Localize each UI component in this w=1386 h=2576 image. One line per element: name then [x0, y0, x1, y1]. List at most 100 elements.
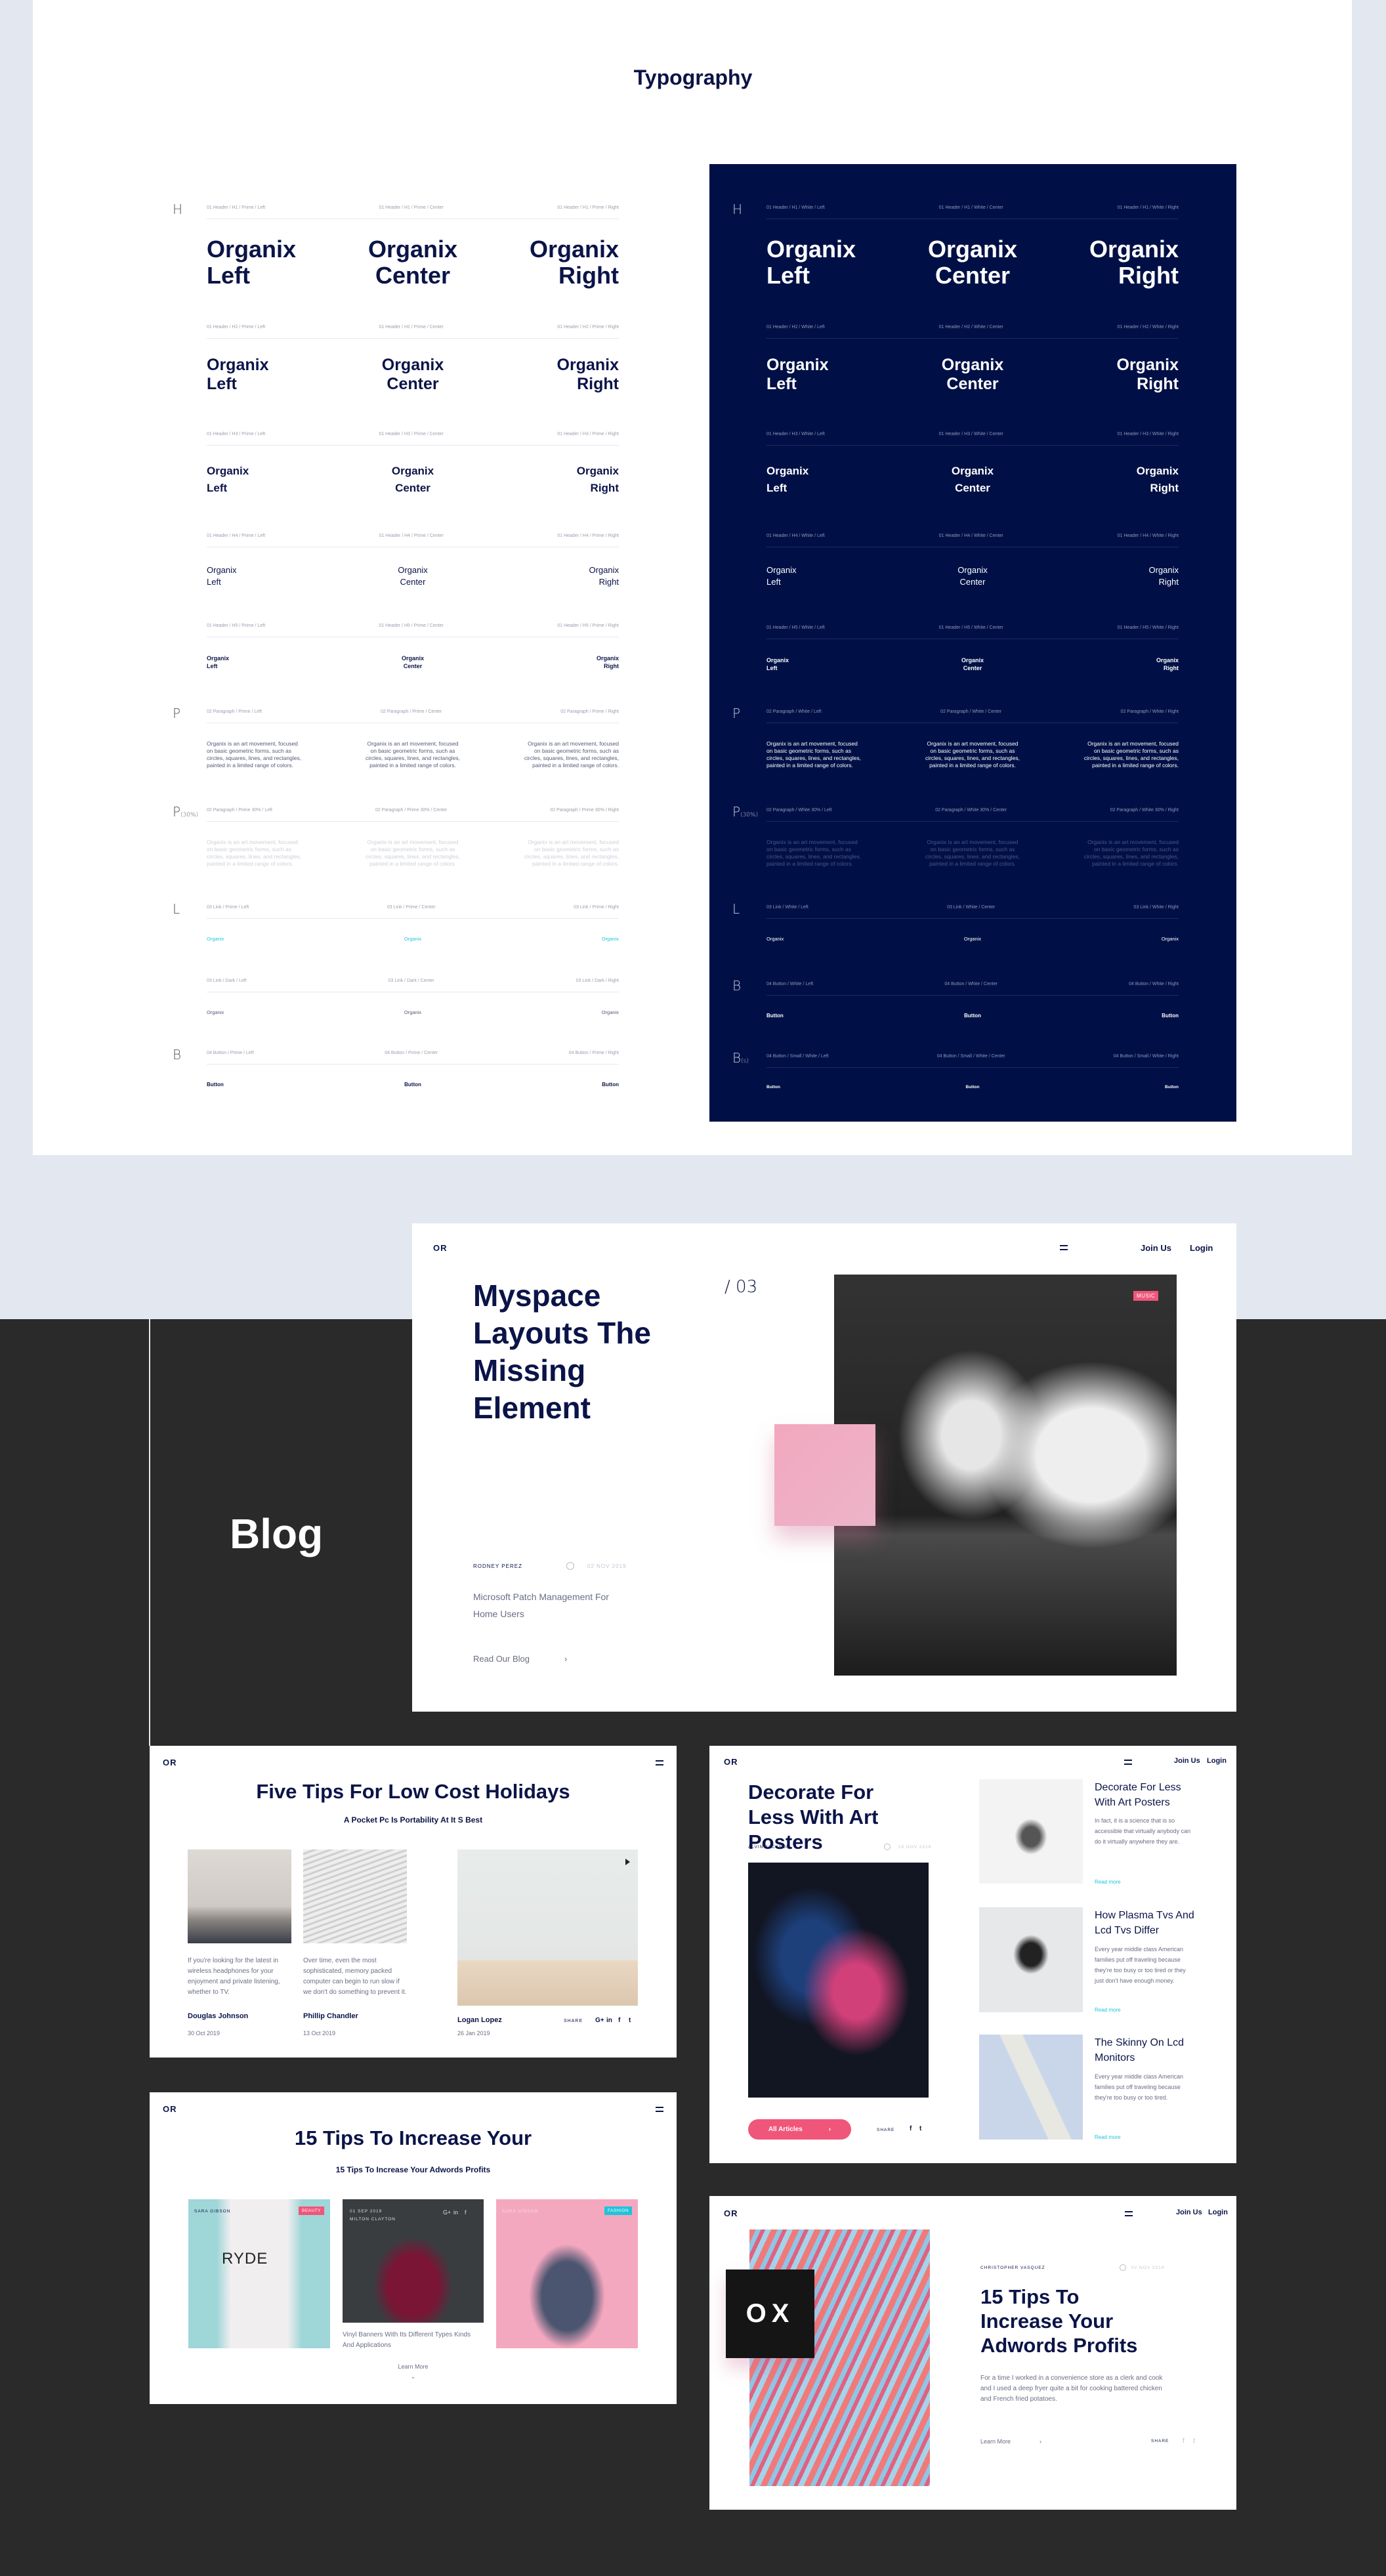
- item-author[interactable]: MILTON CLAYTON: [350, 2217, 396, 2222]
- spec-sample[interactable]: Button: [1043, 1013, 1179, 1019]
- linkedin-icon[interactable]: in: [606, 2017, 612, 2024]
- item-author[interactable]: SARA GIBSON: [502, 2209, 538, 2214]
- post-author[interactable]: ALVIN JACKSON: [748, 1845, 790, 1849]
- twitter-icon[interactable]: t: [1193, 2436, 1195, 2447]
- spec-sample[interactable]: Organix: [483, 1009, 619, 1015]
- menu-icon[interactable]: [1124, 1760, 1132, 1765]
- spec-sample[interactable]: Button: [1043, 1085, 1179, 1089]
- spec-sample: Organix Center: [927, 236, 1018, 289]
- facebook-icon[interactable]: f: [618, 2017, 620, 2024]
- card-title: 15 Tips To Increase Your: [294, 2126, 532, 2149]
- spec-sample[interactable]: Button: [483, 1082, 619, 1087]
- chevron-down-icon[interactable]: ⌄: [150, 2371, 677, 2382]
- spec-divider: [766, 918, 1179, 919]
- all-articles-button[interactable]: All Articles ›: [748, 2119, 851, 2140]
- learn-more-link[interactable]: Learn More: [150, 2361, 677, 2372]
- category-badge[interactable]: BEAUTY: [299, 2206, 325, 2215]
- spec-sample[interactable]: Organix: [345, 1009, 480, 1015]
- spec-sample[interactable]: Organix: [207, 936, 343, 942]
- google-plus-icon[interactable]: G+: [443, 2209, 451, 2216]
- post-author[interactable]: Douglas Johnson: [188, 2012, 248, 2020]
- spec-sample[interactable]: Organix: [766, 936, 902, 942]
- spec-samples: Button Button Button: [766, 1085, 1179, 1089]
- share-label: SHARE: [1151, 2439, 1169, 2443]
- post-author[interactable]: CHRISTOPHER VASQUEZ: [980, 2266, 1045, 2270]
- spec-label: 01 Header / H1 / Prime / Right: [557, 205, 619, 210]
- google-plus-icon[interactable]: G+: [595, 2017, 604, 2024]
- post-author[interactable]: Logan Lopez: [457, 2016, 502, 2024]
- spec-sample[interactable]: Organix: [207, 1009, 343, 1015]
- item-title[interactable]: Decorate For Less With Art Posters: [1095, 1780, 1200, 1810]
- spec-letter: L: [732, 901, 740, 917]
- read-more-link[interactable]: Read more: [1095, 2005, 1121, 2016]
- menu-icon[interactable]: [1060, 1245, 1068, 1250]
- spec-label: 03 Link / White / Center: [947, 905, 996, 910]
- category-badge[interactable]: MUSIC: [1133, 1291, 1159, 1301]
- card-decorate: OR Join Us Login Decorate For Less With …: [709, 1746, 1236, 2163]
- spec-sample: Organix Right: [1116, 356, 1179, 393]
- spec-sample[interactable]: Button: [345, 1082, 480, 1087]
- login-link[interactable]: Login: [1190, 1243, 1213, 1253]
- login-link[interactable]: Login: [1207, 1757, 1227, 1765]
- facebook-icon[interactable]: f: [465, 2209, 467, 2216]
- logo[interactable]: OR: [724, 1757, 738, 1767]
- read-more-link[interactable]: Read more: [1095, 2132, 1121, 2143]
- spec-sample[interactable]: Organix: [1043, 936, 1179, 942]
- card-five-tips: OR Five Tips For Low Cost Holidays A Poc…: [150, 1746, 677, 2058]
- read-more-link[interactable]: Read more: [1095, 1877, 1121, 1888]
- spec-letter-sub: (30%): [180, 812, 199, 818]
- linkedin-icon[interactable]: in: [453, 2209, 458, 2216]
- item-author[interactable]: SARA GIBSON: [194, 2209, 230, 2214]
- spec-label: 02 Paragraph / Prime / Center: [380, 709, 442, 714]
- item-title[interactable]: How Plasma Tvs And Lcd Tvs Differ: [1095, 1908, 1200, 1938]
- spec-label: 03 Link / Dark / Left: [207, 979, 247, 983]
- spec-sample[interactable]: Button: [766, 1085, 902, 1089]
- facebook-icon[interactable]: f: [910, 2125, 912, 2132]
- spec-divider: [207, 338, 619, 339]
- spec-letter-text: P: [732, 804, 741, 820]
- spec-labels: 04 Button / Prime / Left 04 Button / Prim…: [207, 1051, 619, 1059]
- spec-sample: Organix Right: [596, 655, 619, 669]
- twitter-icon[interactable]: t: [919, 2125, 921, 2132]
- facebook-icon[interactable]: f: [1183, 2436, 1185, 2447]
- category-badge[interactable]: FASHION: [604, 2206, 633, 2215]
- type-spec-row: 01 Header / H5 / White / Left 01 Header /…: [766, 625, 1179, 672]
- menu-icon[interactable]: [1125, 2211, 1133, 2216]
- spec-sample: Organix is an art movement, focused on b…: [766, 839, 862, 867]
- spec-sample[interactable]: Organix: [345, 936, 480, 942]
- spec-sample[interactable]: Button: [207, 1082, 343, 1087]
- twitter-icon[interactable]: t: [629, 2017, 631, 2024]
- menu-icon[interactable]: [656, 2107, 663, 2112]
- spec-samples: Organix Left Organix Center Organix Right: [207, 236, 619, 289]
- learn-more-link[interactable]: Learn More: [980, 2436, 1011, 2447]
- logo[interactable]: OR: [163, 1758, 177, 1767]
- type-spec-row: 03 Link / Dark / Left 03 Link / Dark / Ce…: [207, 979, 619, 1015]
- join-us-link[interactable]: Join Us: [1174, 1757, 1200, 1765]
- login-link[interactable]: Login: [1208, 2208, 1228, 2216]
- spec-label: 04 Button / Small / White / Right: [1113, 1054, 1179, 1059]
- slide-counter: / 03: [724, 1277, 758, 1297]
- chevron-right-icon[interactable]: ›: [564, 1654, 567, 1664]
- logo[interactable]: OR: [433, 1243, 448, 1253]
- spec-label: 01 Header / H5 / Prime / Right: [557, 623, 619, 628]
- hero-author[interactable]: RODNEY PEREZ: [473, 1563, 522, 1569]
- spec-sample[interactable]: Organix: [483, 936, 619, 942]
- menu-icon[interactable]: [656, 1760, 663, 1765]
- logo[interactable]: OR: [724, 2208, 738, 2218]
- read-blog-link[interactable]: Read Our Blog: [473, 1654, 530, 1664]
- logo[interactable]: OR: [163, 2104, 177, 2114]
- spec-sample[interactable]: Button: [766, 1013, 902, 1019]
- play-icon[interactable]: [625, 1859, 630, 1865]
- join-us-link[interactable]: Join Us: [1141, 1243, 1171, 1253]
- chevron-right-icon[interactable]: ›: [1040, 2436, 1041, 2447]
- button-label: All Articles: [768, 2126, 803, 2133]
- spec-sample: Organix Left: [207, 465, 249, 494]
- spec-sample[interactable]: Button: [904, 1013, 1040, 1019]
- post-author[interactable]: Phillip Chandler: [303, 2012, 358, 2020]
- item-title[interactable]: The Skinny On Lcd Monitors: [1095, 2035, 1200, 2065]
- join-us-link[interactable]: Join Us: [1176, 2208, 1202, 2216]
- spec-sample[interactable]: Organix: [904, 936, 1040, 942]
- spec-label: 01 Header / H5 / White / Left: [766, 625, 825, 630]
- spec-sample: Organix is an art movement, focused on b…: [524, 839, 619, 867]
- spec-sample[interactable]: Button: [904, 1085, 1040, 1089]
